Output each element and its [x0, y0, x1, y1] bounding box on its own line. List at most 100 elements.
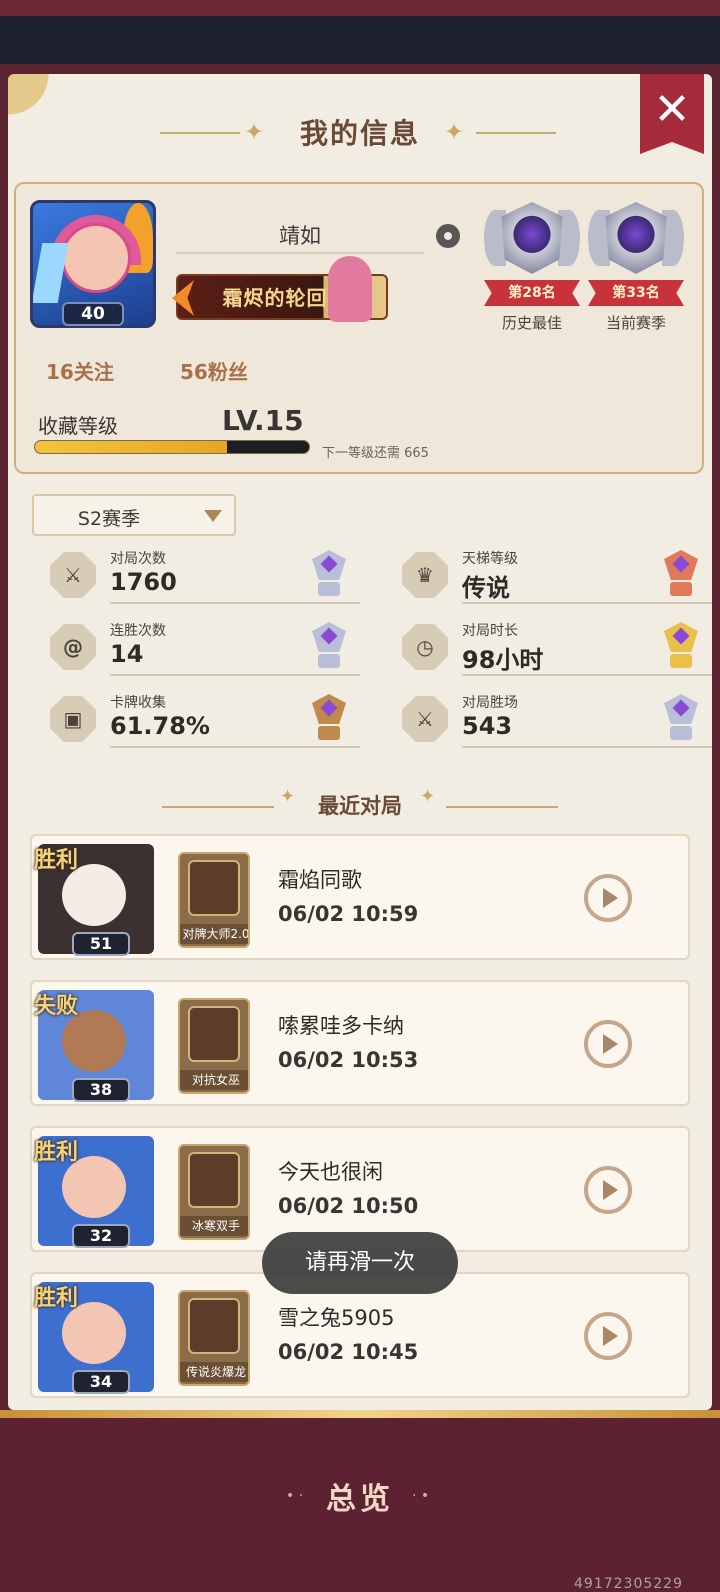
match-time: 06/02 10:59	[278, 902, 419, 926]
fans-count[interactable]: 56粉丝	[180, 356, 248, 385]
stat-divider	[110, 602, 360, 604]
opponent-level: 38	[72, 1078, 130, 1102]
stat-value: 543	[462, 712, 513, 740]
stat-value: 1760	[110, 568, 177, 596]
deck-portrait	[188, 860, 240, 916]
opponent-level: 32	[72, 1224, 130, 1248]
deck-portrait	[188, 1298, 240, 1354]
opponent-level: 51	[72, 932, 130, 956]
match-time: 06/02 10:53	[278, 1048, 419, 1072]
deck-card[interactable]: 冰寒双手	[178, 1144, 250, 1240]
opponent-avatar[interactable]: 34 胜利	[32, 1274, 160, 1400]
rank-caption: 历史最佳	[501, 314, 562, 332]
match-result: 胜利	[34, 1140, 79, 1165]
spiral-icon: @	[50, 624, 96, 670]
stat-label: 连胜次数	[110, 623, 166, 639]
deck-card[interactable]: 传说炎爆龙	[178, 1290, 250, 1386]
rank-emblem-icon	[501, 202, 563, 274]
opponent-name: 嗦累哇多卡纳	[278, 1014, 404, 1038]
collection-progress-bar	[34, 440, 310, 454]
match-result: 胜利	[34, 848, 79, 873]
deck-name: 冰寒双手	[180, 1216, 248, 1236]
trophy-icon	[306, 544, 352, 600]
opponent-name: 雪之兔5905	[278, 1306, 395, 1330]
match-result: 失败	[34, 994, 79, 1019]
stat-value: 14	[110, 640, 144, 668]
rank-number: 第28名	[484, 280, 580, 306]
stat-item: ▣ 卡牌收集 61.78%	[50, 692, 360, 752]
swords-icon: ⚔	[50, 552, 96, 598]
username: 靖如	[279, 224, 321, 248]
opponent-avatar[interactable]: 38 失败	[32, 982, 160, 1108]
chevron-down-icon	[204, 510, 222, 522]
stat-item: ♛ 天梯等级 传说	[402, 548, 712, 608]
collection-label: 收藏等级	[38, 414, 118, 438]
deck-portrait	[188, 1152, 240, 1208]
avatar-face	[61, 223, 131, 293]
deck-card[interactable]: 对抗女巫	[178, 998, 250, 1094]
close-button[interactable]: ✕	[640, 74, 704, 154]
stat-label: 对局胜场	[462, 695, 518, 711]
match-time: 06/02 10:50	[278, 1194, 419, 1218]
clock-icon: ◷	[402, 624, 448, 670]
trophy-icon	[306, 616, 352, 672]
trophy-icon	[658, 688, 704, 744]
sparkle-icon: ✦	[420, 786, 436, 807]
crystal-decoration	[33, 243, 69, 303]
rank-emblem-icon	[605, 202, 667, 274]
rank-number: 第33名	[588, 280, 684, 306]
overview-button[interactable]: 总览	[0, 1474, 720, 1518]
stat-value: 98小时	[462, 646, 544, 674]
stat-divider	[462, 674, 712, 676]
stat-divider	[462, 602, 712, 604]
opponent-level: 34	[72, 1370, 130, 1394]
dots-decoration: · •	[412, 1488, 430, 1504]
opponent-name: 霜焰同歌	[278, 868, 362, 892]
stat-item: ⚔ 对局次数 1760	[50, 548, 360, 608]
rank-current[interactable]: 第33名 当前赛季	[588, 196, 684, 336]
opponent-avatar[interactable]: 32 胜利	[32, 1128, 160, 1254]
rank-best[interactable]: 第28名 历史最佳	[484, 196, 580, 336]
season-dropdown[interactable]: S2赛季	[32, 494, 236, 536]
card-icon: ▣	[50, 696, 96, 742]
stat-label: 对局时长	[462, 623, 518, 639]
stat-divider	[110, 674, 360, 676]
deck-name: 对抗女巫	[180, 1070, 248, 1090]
stat-label: 天梯等级	[462, 551, 518, 567]
follow-count[interactable]: 16关注	[46, 356, 114, 385]
recent-matches-title: 最近对局	[318, 794, 402, 818]
stat-divider	[110, 746, 360, 748]
opponent-name: 今天也很闲	[278, 1160, 383, 1184]
rank-caption: 当前赛季	[605, 314, 666, 332]
trophy-icon	[306, 688, 352, 744]
stat-item: ◷ 对局时长 98小时	[402, 620, 712, 680]
match-time: 06/02 10:45	[278, 1340, 419, 1364]
sparkle-icon: ✦	[444, 118, 465, 146]
title-ornament-right	[476, 132, 556, 134]
collection-level: LV.15	[222, 404, 304, 437]
replay-play-button[interactable]	[584, 1020, 632, 1068]
username-underline	[176, 252, 424, 254]
deck-name: 传说炎爆龙	[180, 1362, 248, 1382]
page-title: 我的信息	[299, 117, 420, 150]
flame-icon	[172, 280, 194, 316]
stat-label: 对局次数	[110, 551, 166, 567]
match-card[interactable]: 51 胜利对牌大师2.0 霜焰同歌 06/02 10:59	[30, 834, 690, 960]
match-card[interactable]: 38 失败对抗女巫 嗦累哇多卡纳 06/02 10:53	[30, 980, 690, 1106]
top-status-area	[0, 0, 720, 64]
title-badge-label: 霜烬的轮回	[222, 286, 328, 310]
replay-play-button[interactable]	[584, 1312, 632, 1360]
gear-icon[interactable]	[436, 224, 460, 248]
season-selected-label: S2赛季	[77, 508, 141, 530]
trophy-icon	[658, 616, 704, 672]
collection-progress-fill	[35, 441, 227, 453]
swords-icon: ⚔	[402, 696, 448, 742]
replay-play-button[interactable]	[584, 874, 632, 922]
deck-name: 对牌大师2.0	[180, 924, 248, 944]
deck-card[interactable]: 对牌大师2.0	[178, 852, 250, 948]
replay-play-button[interactable]	[584, 1166, 632, 1214]
stat-label: 卡牌收集	[110, 695, 166, 711]
stat-divider	[462, 746, 712, 748]
stat-value: 传说	[462, 574, 510, 602]
opponent-avatar[interactable]: 51 胜利	[32, 836, 160, 962]
